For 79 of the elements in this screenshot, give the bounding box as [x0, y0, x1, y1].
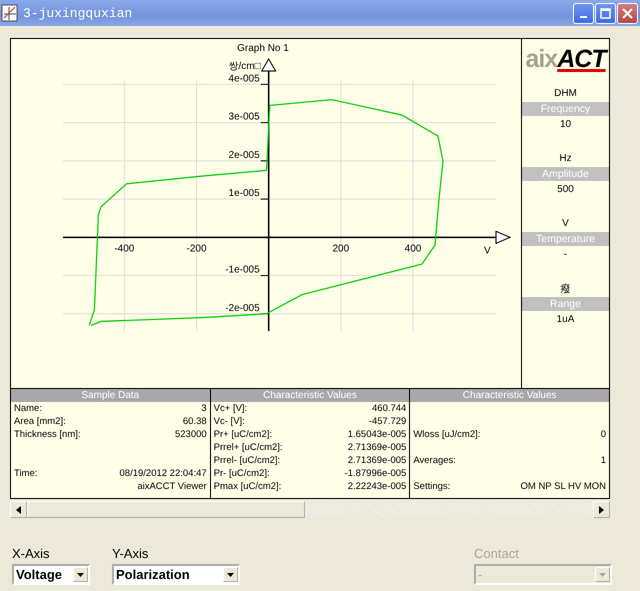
dropdown[interactable]: Voltage: [12, 564, 90, 585]
close-button[interactable]: [617, 2, 638, 24]
field-value: 0: [600, 429, 606, 440]
field-value: 3: [201, 403, 207, 414]
minimize-button[interactable]: [573, 2, 594, 24]
maximize-button[interactable]: [595, 2, 616, 24]
field-value: 523000: [174, 429, 207, 440]
section-header: Sample Data: [11, 389, 210, 402]
caret-icon[interactable]: [223, 567, 238, 582]
field-value: 460.744: [372, 403, 406, 414]
section-header: Characteristic Values: [410, 389, 610, 402]
field-label: Vc+ [V]:: [214, 403, 248, 414]
field-value: -1.87996e-005: [344, 468, 406, 479]
mode-value: DHM: [553, 87, 578, 101]
field-value: -457.729: [368, 416, 406, 427]
dropdown[interactable]: Polarization: [112, 564, 240, 585]
axis-label: 쌍/cm□: [228, 61, 261, 72]
dropdown-label: X-Axis: [12, 546, 51, 562]
field-value: 08/19/2012 22:04:47: [120, 468, 207, 479]
field-label: Area [mm2]:: [14, 416, 66, 427]
field-label: Averages:: [413, 455, 456, 466]
logo: aixACT: [524, 44, 609, 74]
tick-label: -200: [186, 243, 207, 254]
dropdown-label: Y-Axis: [112, 546, 150, 562]
field-label: Pr- [uC/cm2]:: [214, 468, 270, 479]
horizontal-scrollbar[interactable]: [10, 501, 610, 518]
caret-icon[interactable]: [73, 567, 88, 582]
field-value: 60.38: [182, 416, 207, 427]
field-value: 1.65043e-005: [348, 429, 406, 440]
field-label: Prrel+ [uC/cm2]:: [214, 442, 283, 453]
field-value: 2.71369e-005: [348, 442, 406, 453]
scroll-thumb[interactable]: [27, 501, 305, 518]
tick-label: -2e-005: [225, 302, 260, 314]
graph-title: Graph No 1: [237, 43, 289, 54]
tick-label: 3e-005: [228, 112, 260, 123]
field-label: Name:: [14, 403, 42, 414]
tick-label: 400: [404, 243, 422, 254]
dropdown-label: Contact: [474, 546, 520, 562]
parameter-value: 500: [556, 183, 575, 197]
field-label: Pr+ [uC/cm2]:: [214, 429, 272, 440]
parameter-unit: 癈: [560, 282, 572, 296]
field-value: 1: [600, 455, 606, 466]
field-label: Vc- [V]:: [214, 416, 245, 427]
field-label: Settings:: [413, 481, 450, 492]
maximize-icon: [600, 8, 611, 18]
scroll-left-button[interactable]: [10, 501, 27, 518]
tick-label: 200: [332, 243, 350, 254]
tick-label: 1e-005: [228, 188, 260, 200]
field-label: Pmax [uC/cm2]:: [214, 481, 282, 492]
field-value: 2.71369e-005: [348, 455, 406, 466]
field-label: Wloss [uJ/cm2]:: [413, 429, 480, 440]
tick-label: 2e-005: [228, 150, 260, 161]
axis-label: V: [484, 245, 491, 256]
field-label: Thickness [nm]:: [14, 429, 81, 440]
parameter-header: Amplitude: [522, 167, 609, 181]
tick-label: -1e-005: [225, 264, 260, 276]
parameter-header: Frequency: [522, 102, 609, 116]
parameter-value: -: [562, 248, 568, 262]
right-arrow-icon: [599, 506, 604, 514]
parameter-value: 1uA: [556, 313, 576, 327]
parameter-value: 10: [558, 118, 572, 132]
field-value: aixACCT Viewer: [137, 481, 207, 492]
section-header: Characteristic Values: [210, 389, 410, 402]
tick-label: -400: [114, 243, 134, 254]
tick-label: 4e-005: [228, 73, 260, 84]
close-icon: [622, 8, 633, 18]
field-value: 2.22243e-005: [348, 481, 406, 492]
minimize-icon: [580, 16, 587, 18]
field-label: Time:: [14, 468, 38, 479]
parameter-unit: V: [561, 217, 570, 231]
parameter-unit: Hz: [558, 152, 573, 166]
field-value: OM NP SL HV MON: [520, 481, 606, 492]
window-title: 3-juxingquxian: [23, 6, 134, 20]
graph-icon: [1, 4, 19, 22]
parameter-header: Temperature: [522, 232, 609, 246]
parameter-header: Range: [522, 297, 609, 311]
left-arrow-icon: [16, 506, 21, 514]
field-label: Prrel- [uC/cm2]:: [214, 455, 280, 466]
scroll-right-button[interactable]: [593, 501, 610, 518]
